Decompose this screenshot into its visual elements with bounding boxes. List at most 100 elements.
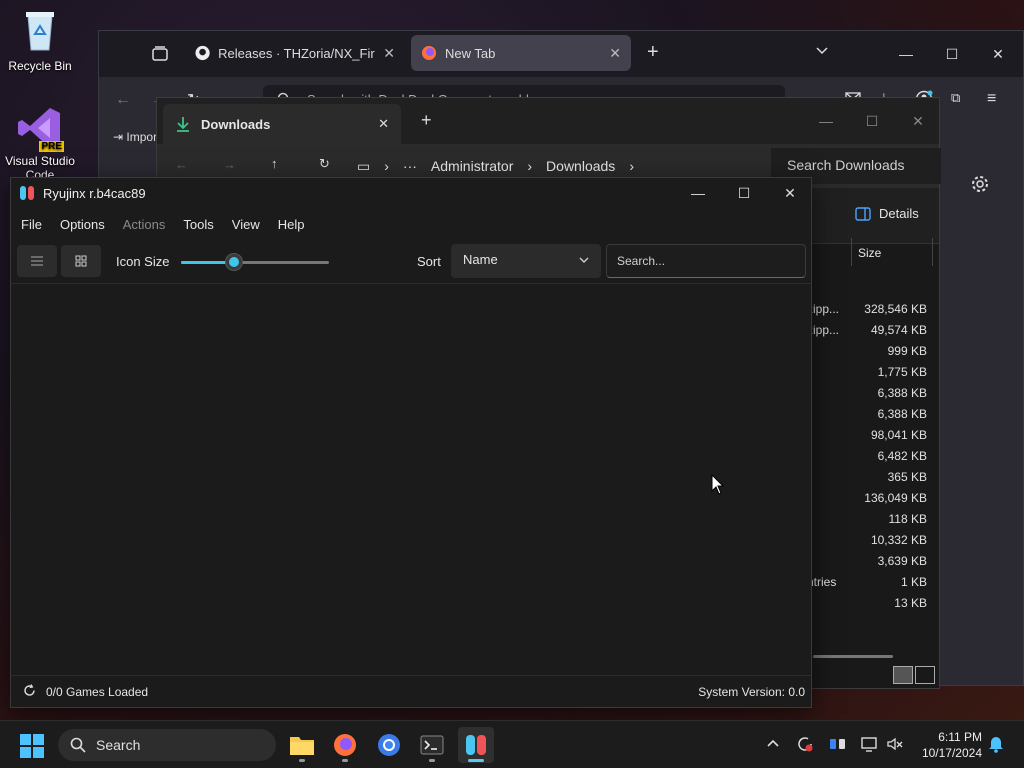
- start-button[interactable]: [20, 734, 44, 761]
- tab-overview-icon[interactable]: [151, 45, 169, 66]
- file-size: 98,041 KB: [870, 428, 927, 442]
- menu-file[interactable]: File: [21, 217, 42, 232]
- terminal-icon: [420, 735, 444, 755]
- maximize-button[interactable]: ☐: [721, 178, 767, 208]
- minimize-button[interactable]: —: [803, 98, 849, 144]
- file-size: 6,482 KB: [877, 449, 927, 463]
- file-size: 118 KB: [888, 512, 927, 526]
- column-header-size[interactable]: Size: [851, 238, 933, 266]
- chevron-down-icon[interactable]: [815, 43, 829, 60]
- games-loaded-text: 0/0 Games Loaded: [46, 685, 149, 699]
- tab-label: New Tab: [445, 45, 496, 61]
- maximize-button[interactable]: ☐: [929, 31, 975, 77]
- desktop-icon-recycle-bin[interactable]: Recycle Bin: [0, 8, 80, 73]
- close-button[interactable]: ✕: [975, 31, 1021, 77]
- search-icon: [70, 737, 86, 753]
- details-label: Details: [879, 206, 919, 221]
- chevron-right-icon: ›: [629, 158, 634, 174]
- refresh-icon[interactable]: [23, 684, 36, 700]
- details-view-icon[interactable]: [893, 666, 913, 684]
- icon-size-slider-thumb[interactable]: [225, 253, 243, 271]
- close-button[interactable]: ✕: [895, 98, 941, 144]
- file-size: 1,775 KB: [877, 365, 927, 379]
- up-icon[interactable]: ↑: [271, 156, 278, 171]
- taskbar-search-label: Search: [96, 737, 141, 753]
- extensions-icon[interactable]: ⧉: [951, 90, 960, 106]
- forward-icon[interactable]: →: [223, 157, 236, 172]
- tiles-view-icon[interactable]: [915, 666, 935, 684]
- taskbar-firefox[interactable]: [327, 727, 363, 763]
- file-size: 6,388 KB: [877, 386, 927, 400]
- close-icon[interactable]: ✕: [609, 45, 621, 62]
- more-icon[interactable]: ···: [403, 158, 417, 174]
- close-icon[interactable]: ✕: [383, 45, 395, 62]
- github-icon: [195, 45, 210, 61]
- horizontal-scrollbar[interactable]: [813, 655, 893, 658]
- menu-view[interactable]: View: [232, 217, 260, 232]
- gear-icon[interactable]: [971, 175, 989, 196]
- firefox-icon: [334, 734, 356, 756]
- game-list-area: [11, 284, 811, 676]
- bluetooth-devices-icon[interactable]: [829, 735, 847, 756]
- volume-muted-icon[interactable]: [886, 735, 904, 756]
- game-search-input[interactable]: Search...: [606, 244, 806, 278]
- back-icon[interactable]: ←: [175, 157, 188, 172]
- file-size: 328,546 KB: [864, 302, 927, 316]
- back-icon[interactable]: ←: [115, 91, 131, 109]
- chrome-icon: [378, 734, 400, 756]
- menu-help[interactable]: Help: [278, 217, 305, 232]
- refresh-icon[interactable]: ↻: [319, 156, 330, 172]
- details-button[interactable]: Details: [855, 206, 919, 221]
- sort-label: Sort: [417, 254, 441, 269]
- minimize-button[interactable]: —: [883, 31, 929, 77]
- sort-dropdown[interactable]: Name: [451, 244, 601, 278]
- running-indicator: [342, 759, 348, 762]
- file-size: 3,639 KB: [877, 554, 927, 568]
- file-size: 1 KB: [900, 575, 927, 589]
- chevron-right-icon: ›: [384, 158, 389, 174]
- windows-logo-icon: [20, 734, 44, 758]
- desktop-icon-label: Visual Studio Code: [5, 154, 75, 182]
- tab-downloads[interactable]: Downloads ✕: [163, 104, 401, 144]
- taskbar-ryujinx[interactable]: [458, 727, 494, 763]
- taskbar-terminal[interactable]: [414, 727, 450, 763]
- chevron-up-icon[interactable]: [766, 736, 780, 753]
- menu-tools[interactable]: Tools: [183, 217, 213, 232]
- taskbar-explorer[interactable]: [284, 727, 320, 763]
- breadcrumb-downloads[interactable]: Downloads: [546, 158, 615, 174]
- icon-size-label: Icon Size: [116, 254, 170, 269]
- ryujinx-logo-icon: [466, 735, 486, 755]
- tab-new-tab[interactable]: New Tab ✕: [411, 35, 631, 71]
- sync-icon[interactable]: [796, 735, 814, 756]
- close-button[interactable]: ✕: [767, 178, 813, 208]
- new-tab-plus-icon[interactable]: +: [421, 110, 432, 131]
- firefox-icon: [422, 46, 436, 60]
- close-icon[interactable]: ✕: [378, 116, 389, 132]
- grid-view-button[interactable]: [61, 245, 101, 277]
- tab-releases[interactable]: Releases · THZoria/NX_Firmware ✕: [185, 35, 405, 71]
- search-placeholder: Search...: [617, 254, 666, 268]
- taskbar-chrome[interactable]: [371, 727, 407, 763]
- minimize-button[interactable]: —: [675, 178, 721, 208]
- column-size-label: Size: [858, 246, 882, 260]
- breadcrumb-administrator[interactable]: Administrator: [431, 158, 513, 174]
- window-title: Ryujinx r.b4cac89: [43, 185, 146, 201]
- download-arrow-icon: [177, 117, 189, 132]
- mouse-cursor-icon: [711, 474, 725, 495]
- status-bar: 0/0 Games Loaded System Version: 0.0: [11, 675, 811, 707]
- network-icon[interactable]: [860, 735, 878, 756]
- maximize-button[interactable]: ☐: [849, 98, 895, 144]
- menu-icon[interactable]: ≡: [987, 90, 996, 108]
- desktop-icon-vscode[interactable]: PRE Visual Studio Code: [0, 104, 80, 182]
- menu-actions: Actions: [122, 216, 166, 232]
- list-view-button[interactable]: [17, 245, 57, 277]
- taskbar-clock[interactable]: 6:11 PM 10/17/2024: [922, 729, 982, 761]
- grid-icon: [75, 255, 87, 267]
- menu-options[interactable]: Options: [60, 217, 105, 232]
- new-tab-plus-icon[interactable]: +: [647, 41, 659, 64]
- toolbar: Icon Size Sort Name Search...: [11, 240, 811, 284]
- notification-bell-icon[interactable]: [988, 735, 1004, 756]
- taskbar-search[interactable]: Search: [58, 729, 276, 761]
- import-bookmark[interactable]: ⇥ Import: [113, 130, 160, 144]
- computer-icon[interactable]: ▭: [357, 158, 370, 175]
